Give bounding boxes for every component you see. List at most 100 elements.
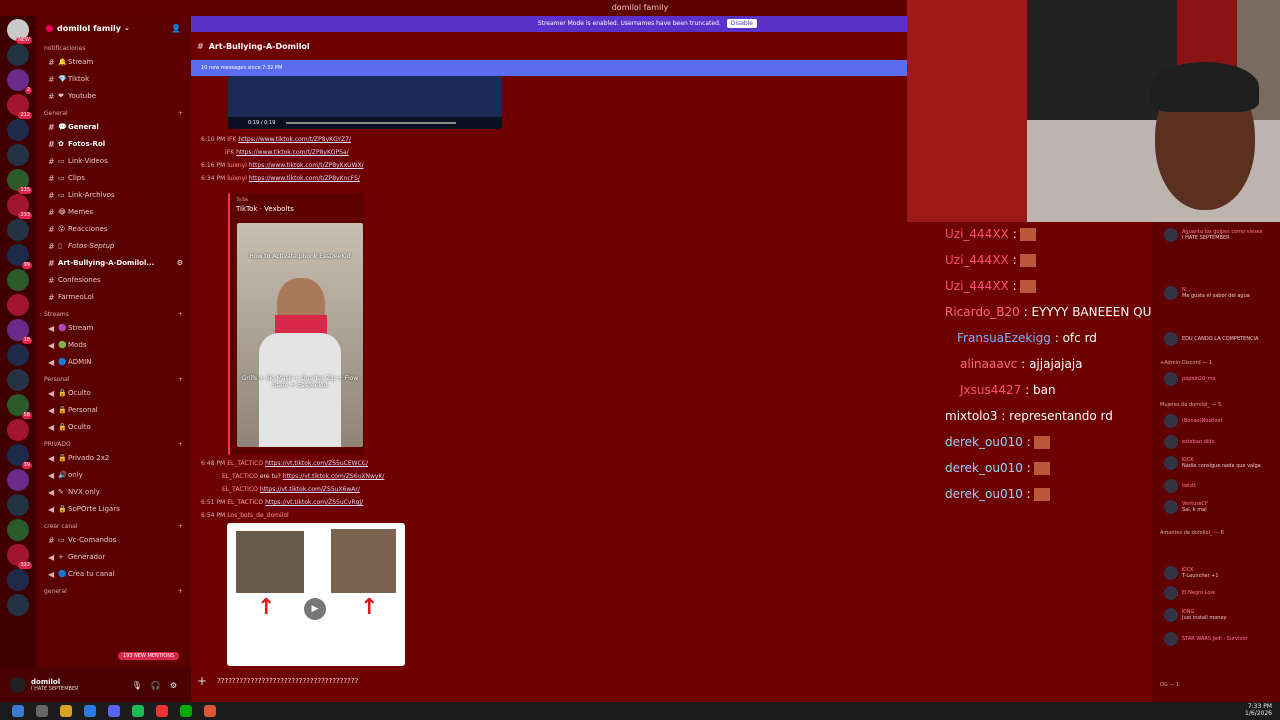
disable-button[interactable]: Disable [726, 19, 757, 28]
channel-art-bullying[interactable]: # Art-Bullying-A-Domilol... ⚙ [36, 255, 191, 272]
channel-general[interactable]: # 💬 General [36, 119, 191, 136]
microphone-icon[interactable]: 🎙 [132, 681, 142, 690]
category-streams[interactable]: Streams + [36, 310, 191, 320]
new-mentions-badge[interactable]: 193 NEW MENTIONS [118, 652, 180, 660]
avatar[interactable] [10, 677, 26, 693]
server-header[interactable]: domilol family ⌄ 👤 [36, 16, 191, 40]
video-controls[interactable]: 0:19 / 0:19 [228, 117, 502, 129]
server-icon[interactable] [7, 219, 29, 241]
taskbar-clock[interactable]: 7:33 PM 1/6/2026 [1245, 703, 1272, 717]
channel-link-videos[interactable]: # ▭ Link-Videos [36, 153, 191, 170]
member-item[interactable]: twistt [1164, 479, 1196, 493]
member-item[interactable]: esteban dido [1164, 435, 1215, 449]
server-icon[interactable]: 2 [7, 69, 32, 94]
member-item[interactable]: El Negro Lore [1164, 586, 1216, 600]
member-item[interactable]: STAR WARS Jedi - Survivor [1164, 632, 1248, 646]
channel-vc-comandos[interactable]: # ▭ Vc-Comandos [36, 532, 191, 549]
server-icon[interactable] [7, 519, 29, 541]
channel-oculto-2[interactable]: ◀ 🔒 Oculto [36, 419, 191, 436]
server-icon[interactable] [7, 469, 29, 491]
composer-text[interactable]: ?????????????????????????????????????? [217, 677, 358, 685]
message-link[interactable]: https://www.tiktok.com/t/ZP8yKxUWX/ [249, 162, 364, 169]
channel-generador[interactable]: ◀ + Generador [36, 549, 191, 566]
channel-soporte-ligars[interactable]: ◀ 🔒 SoPOrte Ligars [36, 501, 191, 518]
server-icon[interactable]: 99 [7, 244, 32, 269]
channel-tiktok[interactable]: # 💎 Tiktok [36, 71, 191, 88]
server-icon[interactable] [7, 344, 29, 366]
server-icon[interactable]: 212 [7, 94, 32, 119]
member-item[interactable]: Aguanto los golpes como vieses I HATE SEP… [1164, 228, 1262, 242]
channel-admin[interactable]: ◀ 🔵 ADMIN [36, 354, 191, 371]
kick-icon[interactable] [180, 705, 192, 717]
channel-confesiones[interactable]: # Confesiones [36, 272, 191, 289]
server-icon[interactable] [7, 494, 29, 516]
channel-farmeolol[interactable]: # FarmeoLol [36, 289, 191, 306]
message-link[interactable]: https://vt.tiktok.com/ZS5uCvRgJ/ [265, 499, 363, 506]
channel-stream[interactable]: # 🔔 Stream [36, 54, 191, 71]
embed-title[interactable]: TikTok · Vexbolts [236, 205, 358, 213]
category-general[interactable]: General + [36, 109, 191, 119]
play-icon[interactable]: ▶ [304, 598, 326, 620]
message-link[interactable]: https://vt.tiktok.com/ZS5uCEWCC/ [265, 460, 368, 467]
channel-nvx-only[interactable]: ◀ ✎ NVX only [36, 484, 191, 501]
home-server-icon[interactable]: NEW [7, 19, 32, 44]
plus-icon[interactable]: + [197, 674, 207, 688]
category-crear-canal[interactable]: crear canal + [36, 522, 191, 532]
category-general-2[interactable]: general + [36, 587, 191, 597]
video-scrubber[interactable] [286, 122, 456, 124]
start-icon[interactable] [12, 705, 24, 717]
chrome-icon[interactable] [156, 705, 168, 717]
server-icon[interactable] [7, 269, 29, 291]
channel-only[interactable]: ◀ 🔊 only [36, 467, 191, 484]
message-link[interactable]: https://www.tiktok.com/t/ZP8yKncFS/ [249, 175, 360, 182]
message-composer[interactable]: + ?????????????????????????????????????? [197, 670, 907, 692]
server-icon[interactable] [7, 594, 29, 616]
server-icon[interactable]: 135 [7, 169, 32, 194]
discord-icon[interactable] [108, 705, 120, 717]
server-icon[interactable]: 18 [7, 319, 32, 344]
server-icon[interactable]: 39 [7, 444, 32, 469]
message-link[interactable]: https://vt.tiktok.com/ZS6uXNwyK/ [283, 473, 385, 480]
member-item[interactable]: KING Just install money [1164, 608, 1227, 622]
server-icon[interactable] [7, 419, 29, 441]
member-item[interactable]: N... Me gusta el sabor del agua [1164, 286, 1250, 300]
channel-fotos-septup[interactable]: # ▯ Fotos-Septup [36, 238, 191, 255]
message-link[interactable]: https://vt.tiktok.com/ZS5uX6wAr/ [260, 486, 360, 493]
channel-stream-2[interactable]: ◀ 🟣 Stream [36, 320, 191, 337]
channel-youtube[interactable]: # ❤ Youtube [36, 88, 191, 105]
member-item[interactable]: (Bonao)Nostloel [1164, 414, 1222, 428]
channel-crea-tu-canal[interactable]: ◀ 🔵 Crea tu canal [36, 566, 191, 583]
new-messages-bar[interactable]: 10 new messages since 7:32 PM [191, 60, 907, 76]
channel-personal[interactable]: ◀ 🔒 Personal [36, 402, 191, 419]
folder-icon[interactable] [60, 705, 72, 717]
invite-icon[interactable]: 👤 [171, 24, 181, 33]
gear-icon[interactable]: ⚙ [170, 681, 177, 690]
server-icon[interactable] [7, 369, 29, 391]
server-icon[interactable] [7, 44, 29, 66]
channel-memes[interactable]: # 😂 Memes [36, 204, 191, 221]
server-icon[interactable]: 322 [7, 544, 32, 569]
server-icon[interactable]: 58 [7, 394, 32, 419]
edge-icon[interactable] [84, 705, 96, 717]
channel-oculto[interactable]: ◀ 🔒 Oculto [36, 385, 191, 402]
channel-privado-2x2[interactable]: ◀ 🔒 Privado 2x2 [36, 450, 191, 467]
channel-mods[interactable]: ◀ 🟢 Mods [36, 337, 191, 354]
member-item[interactable]: VentureCF Sal, k mal [1164, 500, 1208, 514]
channel-settings-icon[interactable]: ⚙ [177, 255, 183, 272]
server-icon[interactable] [7, 569, 29, 591]
member-item[interactable]: papolo20_mx [1164, 372, 1216, 386]
channel-link-archivos[interactable]: # ▭ Link-Archivos [36, 187, 191, 204]
embed-thumbnail[interactable]: How to Activate phonk EssDeeKid Grills +… [237, 223, 363, 447]
media-card[interactable]: ↑ ↑ ▶ [227, 523, 405, 666]
headphones-icon[interactable]: 🎧 [151, 681, 161, 690]
channel-reacciones[interactable]: # 😮 Reacciones [36, 221, 191, 238]
message-link[interactable]: https://www.tiktok.com/t/ZP8yKGYZ7/ [238, 136, 351, 143]
spotify-icon[interactable] [132, 705, 144, 717]
channel-clips[interactable]: # ▭ Clips [36, 170, 191, 187]
message-link[interactable]: https://www.tiktok.com/t/ZP8yKGPSa/ [236, 149, 349, 156]
search-icon[interactable] [36, 705, 48, 717]
member-item[interactable]: KICK Nadie consigue nada que valga [1164, 456, 1261, 470]
category-personal[interactable]: Personal + [36, 375, 191, 385]
category-privado[interactable]: PRIVADO + [36, 440, 191, 450]
channel-fotos-rol[interactable]: # ✿ Fotos-Rol [36, 136, 191, 153]
